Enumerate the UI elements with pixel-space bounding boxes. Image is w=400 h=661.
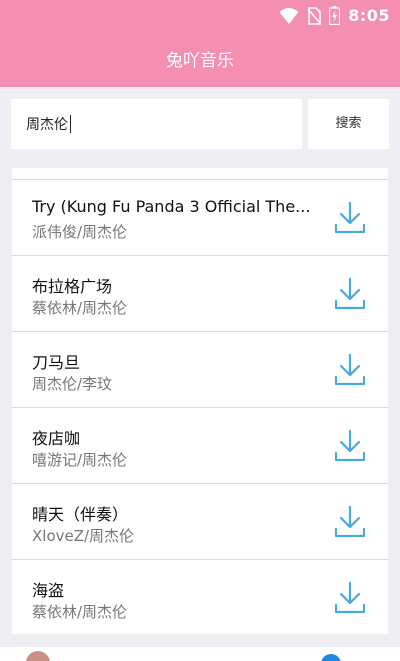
song-list[interactable]: Try (Kung Fu Panda 3 Official The... 派伟俊… xyxy=(12,168,388,634)
song-artist: 蔡依林/周杰伦 xyxy=(32,603,128,621)
song-artist: 派伟俊/周杰伦 xyxy=(32,223,128,241)
app-header: 8:05 兔吖音乐 xyxy=(0,0,400,87)
song-artist: 周杰伦/李玟 xyxy=(32,375,113,393)
song-row[interactable]: 刀马旦 周杰伦/李玟 xyxy=(12,332,388,408)
song-artist: 蔡依林/周杰伦 xyxy=(32,299,128,317)
wifi-icon xyxy=(279,7,299,24)
text-cursor xyxy=(70,115,71,133)
song-row[interactable]: 布拉格广场 蔡依林/周杰伦 xyxy=(12,256,388,332)
song-row[interactable]: 晴天（伴奏） XloveZ/周杰伦 xyxy=(12,484,388,560)
search-button[interactable]: 搜索 xyxy=(308,99,389,149)
no-sim-icon xyxy=(307,6,322,25)
download-icon[interactable] xyxy=(334,353,366,387)
status-bar: 8:05 xyxy=(0,0,400,32)
battery-charging-icon xyxy=(329,6,341,25)
download-icon[interactable] xyxy=(334,581,366,615)
list-top-partial-row xyxy=(12,168,388,180)
song-row[interactable]: Try (Kung Fu Panda 3 Official The... 派伟俊… xyxy=(12,180,388,256)
song-title: Try (Kung Fu Panda 3 Official The... xyxy=(32,197,311,216)
song-artist: 嘻游记/周杰伦 xyxy=(32,451,128,469)
song-title: 海盗 xyxy=(32,581,65,600)
download-icon[interactable] xyxy=(334,429,366,463)
song-title: 刀马旦 xyxy=(32,353,81,372)
status-time: 8:05 xyxy=(348,6,390,25)
search-row: 搜索 xyxy=(11,99,389,149)
song-title: 布拉格广场 xyxy=(32,277,113,296)
app-title: 兔吖音乐 xyxy=(166,51,234,71)
download-icon[interactable] xyxy=(334,505,366,539)
song-row[interactable]: 夜店咖 嘻游记/周杰伦 xyxy=(12,408,388,484)
download-icon[interactable] xyxy=(334,277,366,311)
song-title: 晴天（伴奏） xyxy=(32,505,129,524)
song-title: 夜店咖 xyxy=(32,429,81,448)
song-row[interactable]: 海盗 蔡依林/周杰伦 xyxy=(12,560,388,634)
song-artist: XloveZ/周杰伦 xyxy=(32,527,135,545)
download-icon[interactable] xyxy=(334,201,366,235)
search-input[interactable] xyxy=(11,99,302,149)
